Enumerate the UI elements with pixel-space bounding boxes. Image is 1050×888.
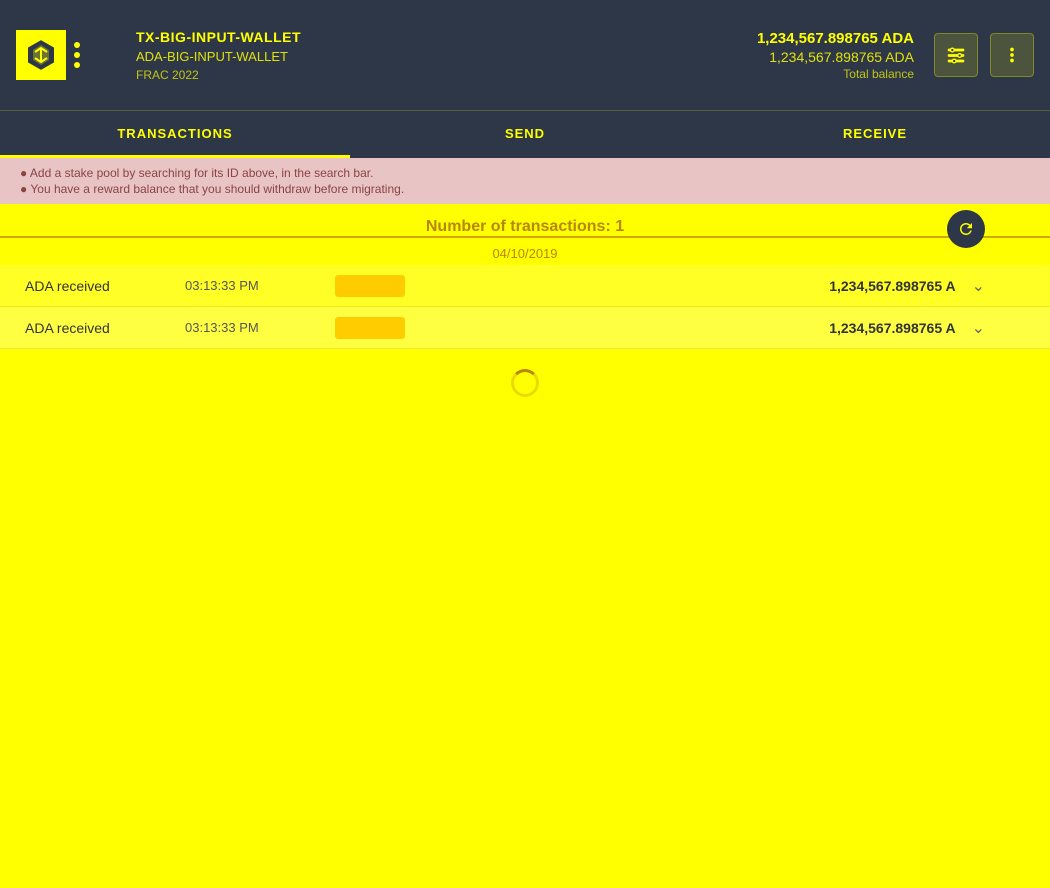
loading-spinner-container (0, 349, 1050, 417)
tx-amount: 1,234,567.898765 A (829, 278, 955, 294)
wallet-name-primary: TX-BIG-INPUT-WALLET (136, 29, 757, 45)
more-options-button[interactable] (990, 33, 1034, 77)
tx-amount: 1,234,567.898765 A (829, 320, 955, 336)
tx-type-label: ADA received (25, 320, 185, 336)
alert-line-1: ● Add a stake pool by searching for its … (20, 166, 1030, 180)
table-row[interactable]: ADA received 03:13:33 PM 1,234,567.89876… (0, 265, 1050, 307)
tx-time: 03:13:33 PM (185, 320, 335, 335)
tab-transactions[interactable]: TRANSACTIONS (0, 111, 350, 158)
tx-tag-badge (335, 275, 405, 297)
wallet-info: TX-BIG-INPUT-WALLET ADA-BIG-INPUT-WALLET… (116, 29, 757, 82)
logo-area (16, 30, 116, 80)
chevron-down-icon[interactable]: ⌄ (972, 276, 985, 296)
balance-label: Total balance (843, 67, 914, 81)
balance-area: 1,234,567.898765 ADA 1,234,567.898765 AD… (757, 30, 914, 81)
table-row[interactable]: ADA received 03:13:33 PM 1,234,567.89876… (0, 307, 1050, 349)
transaction-count-label: Number of transactions: 1 (426, 218, 624, 236)
alert-line-2: ● You have a reward balance that you sho… (20, 182, 1030, 196)
alert-banner: ● Add a stake pool by searching for its … (0, 158, 1050, 204)
wallet-name-secondary: ADA-BIG-INPUT-WALLET (136, 49, 757, 64)
tx-time: 03:13:33 PM (185, 278, 335, 293)
date-separator: 04/10/2019 (0, 238, 1050, 265)
transactions-list: ADA received 03:13:33 PM 1,234,567.89876… (0, 265, 1050, 349)
wallet-era: FRAC 2022 (136, 68, 757, 82)
balance-primary: 1,234,567.898765 ADA (757, 30, 914, 47)
nav-tabs: TRANSACTIONS SEND RECEIVE (0, 110, 1050, 158)
transaction-count: 1 (615, 218, 624, 235)
header: TX-BIG-INPUT-WALLET ADA-BIG-INPUT-WALLET… (0, 0, 1050, 110)
balance-secondary: 1,234,567.898765 ADA (769, 49, 914, 65)
tab-receive[interactable]: RECEIVE (700, 111, 1050, 158)
tx-tag-badge (335, 317, 405, 339)
tab-send[interactable]: SEND (350, 111, 700, 158)
tx-type-label: ADA received (25, 278, 185, 294)
chevron-down-icon[interactable]: ⌄ (972, 318, 985, 338)
loading-spinner (511, 369, 539, 397)
header-actions (934, 33, 1034, 77)
logo-dots (74, 42, 80, 68)
logo-icon (16, 30, 66, 80)
wallet-settings-button[interactable] (934, 33, 978, 77)
refresh-button[interactable] (947, 210, 985, 248)
